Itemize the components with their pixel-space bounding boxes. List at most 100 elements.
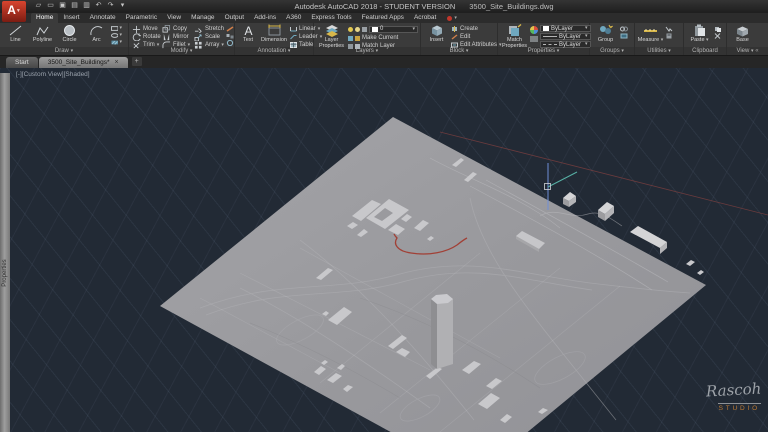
open-icon[interactable]: ▭ (46, 1, 55, 11)
redo-icon[interactable]: ↷ (106, 1, 115, 11)
lineweight-dropdown[interactable]: ByLayer ▾ (540, 33, 591, 40)
app-title: Autodesk AutoCAD 2018 - STUDENT VERSION (294, 2, 456, 11)
arc-icon (90, 26, 103, 36)
watermark-studio-sub: STUDIO (717, 403, 761, 412)
menu-tab-output[interactable]: Output (220, 13, 250, 23)
properties-palette-label: Properties (2, 259, 8, 288)
arc-button[interactable]: Arc (84, 24, 109, 44)
menu-tab-annotate[interactable]: Annotate (85, 13, 121, 23)
polyline-icon (36, 26, 49, 36)
make-current-button[interactable]: Make Current (348, 34, 418, 42)
make-current-icon (348, 35, 353, 41)
panel-draw-label[interactable]: Draw ▾ (0, 47, 128, 55)
hatch-tool-icon[interactable]: ▾ (111, 40, 122, 45)
close-tab-icon[interactable]: × (115, 57, 119, 68)
object-color-dropdown[interactable]: ByLayer ▾ (540, 25, 591, 32)
base-icon (737, 26, 748, 37)
rotate-button[interactable]: Rotate (132, 33, 162, 41)
table-icon (290, 42, 297, 48)
file-tab-start[interactable]: Start (6, 57, 38, 68)
menu-tab-featured-apps[interactable]: Featured Apps (357, 13, 409, 23)
save-icon[interactable]: ▣ (58, 1, 67, 11)
ellipse-tool-icon[interactable]: ▾ (111, 33, 122, 38)
polyline-button[interactable]: Polyline (30, 24, 55, 44)
leader-icon (290, 35, 297, 40)
panel-annotation: A Text Dimension Linear ▾ Leader ▾ Table… (235, 23, 322, 55)
menu-tab-manage[interactable]: Manage (186, 13, 220, 23)
quick-access-toolbar: ▱ ▭ ▣ ▤ ▥ ↶ ↷ ▾ (34, 1, 127, 11)
menu-tab-insert[interactable]: Insert (58, 13, 84, 23)
stretch-button[interactable]: Stretch (194, 25, 224, 33)
edit-block-icon (451, 34, 458, 40)
rectangle-tool-icon[interactable]: ▾ (111, 26, 122, 31)
ribbon-collapse-icon[interactable]: « (755, 48, 758, 54)
menu-tab-express-tools[interactable]: Express Tools (306, 13, 356, 23)
watermark: Rascoh STUDIO (705, 379, 762, 415)
drawing-canvas[interactable]: [-] [Custom View] [Shaded] Properties Ra… (0, 68, 768, 432)
layer-dropdown[interactable]: 0 ▾ (369, 25, 418, 33)
text-button[interactable]: A Text (238, 24, 258, 44)
layer-thaw-icon[interactable] (355, 26, 360, 32)
panel-utilities-label[interactable]: Utilities ▾ (635, 47, 683, 55)
layer-on-icon[interactable] (348, 26, 353, 32)
layer-lock-icon[interactable] (362, 26, 367, 32)
menu-tab-add-ins[interactable]: Add-ins (249, 13, 281, 23)
application-menu-button[interactable]: A▼ (2, 1, 26, 22)
menu-tab-home[interactable]: Home (31, 13, 59, 23)
tower-building[interactable] (431, 294, 453, 369)
create-block-button[interactable]: Create (451, 25, 502, 33)
create-block-icon (452, 26, 457, 32)
watermark-studio-name: Rascoh (705, 379, 762, 401)
line-icon (9, 25, 22, 36)
measure-button[interactable]: Measure ▾ (638, 24, 663, 44)
circle-icon (64, 25, 75, 36)
base-button[interactable]: Base (730, 24, 755, 44)
menu-tab-parametric[interactable]: Parametric (121, 13, 162, 23)
circle-button[interactable]: Circle (57, 24, 82, 44)
panel-clipboard-label[interactable]: Clipboard (684, 47, 726, 55)
trim-button[interactable]: Trim ▾ (132, 41, 162, 49)
quick-calc-icon[interactable] (665, 33, 676, 38)
file-tab-document[interactable]: 3500_Site_Buildings* × (38, 57, 128, 68)
menu-overflow-caret-icon[interactable]: ▾ (454, 13, 457, 23)
layer-properties-button[interactable]: Layer Properties (317, 24, 346, 49)
undo-icon[interactable]: ↶ (94, 1, 103, 11)
edit-block-button[interactable]: Edit (451, 33, 502, 41)
menu-tab-acrobat[interactable]: Acrobat (409, 13, 441, 23)
dimension-button[interactable]: Dimension (260, 24, 288, 44)
quick-select-icon[interactable] (665, 26, 676, 32)
match-layer-icon (348, 43, 353, 49)
group-button[interactable]: Group (593, 24, 618, 44)
ungroup-icon[interactable] (620, 26, 631, 31)
line-button[interactable]: Line (3, 24, 28, 44)
linear-icon (290, 27, 297, 32)
menu-tab-view[interactable]: View (162, 13, 186, 23)
properties-palette-strip[interactable]: Properties (0, 73, 10, 432)
save-as-icon[interactable]: ▤ (70, 1, 79, 11)
svg-text:A: A (244, 24, 252, 37)
mirror-button[interactable]: Mirror (162, 33, 194, 41)
viewport-visual-style-control[interactable]: [Shaded] (64, 71, 90, 78)
panel-properties: Match Properties ByLayer ▾ ByLayer ▾ ByL… (498, 23, 591, 55)
linetype-icon (543, 44, 557, 45)
new-icon[interactable]: ▱ (34, 1, 43, 11)
cut-clip-icon[interactable] (714, 32, 725, 39)
panel-groups-label[interactable]: Groups ▾ (590, 47, 634, 55)
viewport-view-control[interactable]: [Custom View] (22, 71, 64, 78)
match-properties-button[interactable]: Match Properties (501, 24, 528, 49)
plot-icon[interactable]: ▥ (82, 1, 91, 11)
paste-button[interactable]: Paste ▾ (687, 24, 712, 44)
terrain-surface[interactable] (160, 117, 706, 432)
insert-button[interactable]: Insert (424, 24, 449, 44)
list-icon (530, 36, 538, 42)
array-button[interactable]: Array ▾ (194, 41, 224, 49)
scale-button[interactable]: Scale (194, 33, 224, 41)
copy-clip-icon[interactable] (714, 26, 725, 32)
panel-view-label[interactable]: View ▾ « (727, 47, 768, 55)
move-button[interactable]: Move (132, 25, 162, 33)
group-edit-icon[interactable] (620, 33, 631, 38)
copy-button[interactable]: Copy (162, 25, 194, 33)
new-tab-button[interactable]: + (131, 57, 142, 66)
menu-tab-a360[interactable]: A360 (281, 13, 306, 23)
infocenter-red-dot-icon[interactable] (447, 15, 453, 21)
